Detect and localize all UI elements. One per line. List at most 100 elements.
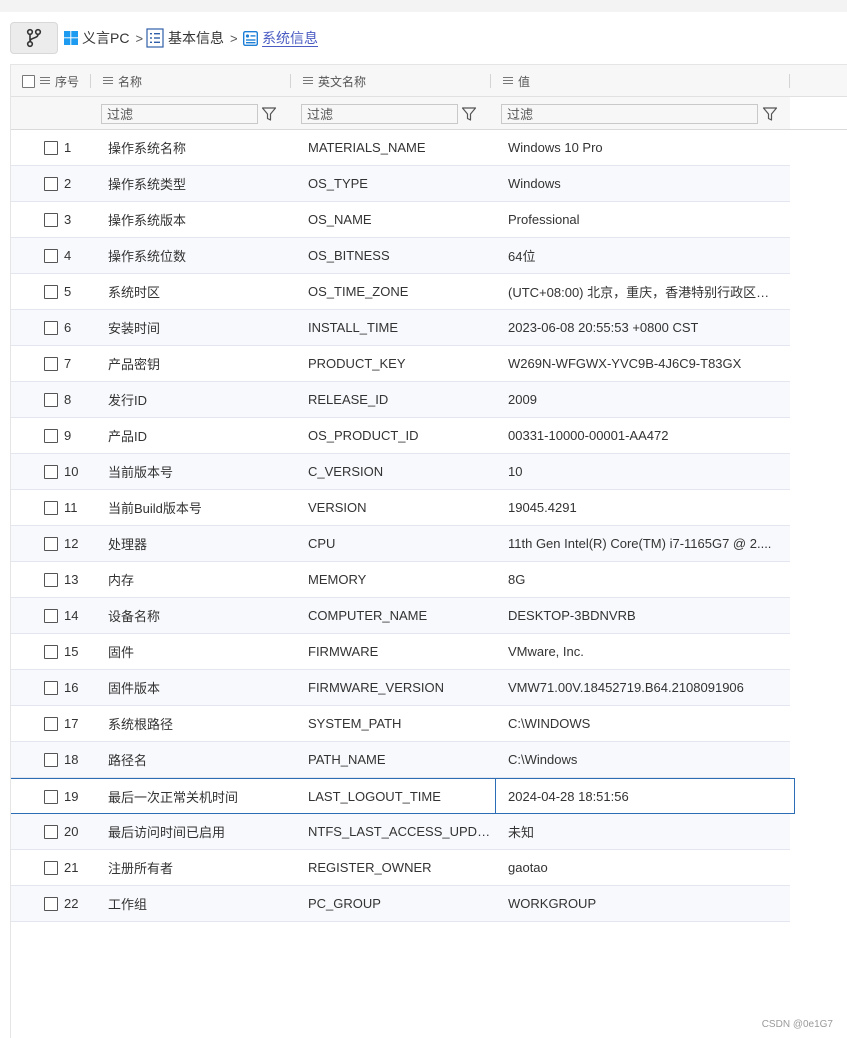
filter-input-name[interactable]	[101, 104, 258, 124]
row-checkbox[interactable]	[44, 752, 58, 767]
table-row[interactable]: 14 设备名称 COMPUTER_NAME DESKTOP-3BDNVRB	[11, 598, 790, 634]
column-divider[interactable]	[490, 74, 491, 88]
row-name[interactable]: 系统时区	[108, 274, 298, 309]
row-english-name[interactable]: MATERIALS_NAME	[308, 130, 493, 165]
row-checkbox[interactable]	[44, 860, 58, 875]
row-english-name[interactable]: OS_NAME	[308, 202, 493, 237]
row-english-name[interactable]: FIRMWARE	[308, 634, 493, 669]
breadcrumb-item-pc[interactable]: 义言PC >	[64, 26, 143, 50]
row-name[interactable]: 固件版本	[108, 670, 298, 705]
row-value[interactable]: Windows 10 Pro	[508, 130, 786, 165]
row-value[interactable]: gaotao	[508, 850, 786, 885]
row-checkbox[interactable]	[44, 824, 58, 839]
row-checkbox[interactable]	[44, 500, 58, 515]
table-row[interactable]: 16 固件版本 FIRMWARE_VERSION VMW71.00V.18452719…	[11, 670, 790, 706]
row-name[interactable]: 操作系统位数	[108, 238, 298, 273]
row-value[interactable]: 64位	[508, 238, 786, 273]
table-row[interactable]: 11 当前Build版本号 VERSION 19045.4291	[11, 490, 790, 526]
row-english-name[interactable]: OS_TYPE	[308, 166, 493, 201]
table-row[interactable]: 18 路径名 PATH_NAME C:\Windows	[11, 742, 790, 778]
row-value[interactable]: 10	[508, 454, 786, 489]
row-value[interactable]: 00331-10000-00001-AA472	[508, 418, 786, 453]
row-name[interactable]: 设备名称	[108, 598, 298, 633]
table-row[interactable]: 2 操作系统类型 OS_TYPE Windows	[11, 166, 790, 202]
row-name[interactable]: 当前Build版本号	[108, 490, 298, 525]
table-row[interactable]: 9 产品ID OS_PRODUCT_ID 00331-10000-00001-AA47…	[11, 418, 790, 454]
row-checkbox[interactable]	[44, 536, 58, 551]
filter-funnel-icon[interactable]	[461, 106, 477, 122]
row-checkbox[interactable]	[44, 680, 58, 695]
row-checkbox[interactable]	[44, 356, 58, 371]
row-value[interactable]: (UTC+08:00) 北京，重庆，香港特别行政区…	[508, 274, 786, 309]
row-english-name[interactable]: OS_TIME_ZONE	[308, 274, 493, 309]
row-value[interactable]: Professional	[508, 202, 786, 237]
table-row[interactable]: 12 处理器 CPU 11th Gen Intel(R) Core(TM) i7-11…	[11, 526, 790, 562]
row-value[interactable]: Windows	[508, 166, 786, 201]
table-row[interactable]: 8 发行ID RELEASE_ID 2009	[11, 382, 790, 418]
row-value[interactable]: C:\WINDOWS	[508, 706, 786, 741]
row-value[interactable]: 2024-04-28 18:51:56	[508, 779, 786, 814]
table-row[interactable]: 1 操作系统名称 MATERIALS_NAME Windows 10 Pro	[11, 130, 790, 166]
row-checkbox[interactable]	[44, 140, 58, 155]
row-checkbox[interactable]	[44, 212, 58, 227]
row-value[interactable]: 2023-06-08 20:55:53 +0800 CST	[508, 310, 786, 345]
row-english-name[interactable]: FIRMWARE_VERSION	[308, 670, 493, 705]
row-english-name[interactable]: MEMORY	[308, 562, 493, 597]
table-row[interactable]: 4 操作系统位数 OS_BITNESS 64位	[11, 238, 790, 274]
column-divider[interactable]	[90, 74, 91, 88]
row-checkbox[interactable]	[44, 716, 58, 731]
row-english-name[interactable]: PC_GROUP	[308, 886, 493, 921]
row-english-name[interactable]: REGISTER_OWNER	[308, 850, 493, 885]
row-english-name[interactable]: SYSTEM_PATH	[308, 706, 493, 741]
row-checkbox[interactable]	[44, 248, 58, 263]
filter-funnel-icon[interactable]	[762, 106, 778, 122]
filter-funnel-icon[interactable]	[261, 106, 277, 122]
row-value[interactable]: 8G	[508, 562, 786, 597]
table-row[interactable]: 10 当前版本号 C_VERSION 10	[11, 454, 790, 490]
row-checkbox[interactable]	[44, 464, 58, 479]
branch-button[interactable]	[10, 22, 58, 54]
row-name[interactable]: 操作系统类型	[108, 166, 298, 201]
row-name[interactable]: 工作组	[108, 886, 298, 921]
table-row[interactable]: 19 最后一次正常关机时间 LAST_LOGOUT_TIME 2024-04-28 1…	[11, 778, 795, 814]
row-english-name[interactable]: COMPUTER_NAME	[308, 598, 493, 633]
row-checkbox[interactable]	[44, 572, 58, 587]
row-checkbox[interactable]	[44, 284, 58, 299]
row-value[interactable]: WORKGROUP	[508, 886, 786, 921]
row-name[interactable]: 当前版本号	[108, 454, 298, 489]
row-name[interactable]: 安装时间	[108, 310, 298, 345]
row-checkbox[interactable]	[44, 428, 58, 443]
row-value[interactable]: W269N-WFGWX-YVC9B-4J6C9-T83GX	[508, 346, 786, 381]
row-english-name[interactable]: PRODUCT_KEY	[308, 346, 493, 381]
table-row[interactable]: 7 产品密钥 PRODUCT_KEY W269N-WFGWX-YVC9B-4J6C9-…	[11, 346, 790, 382]
column-menu-icon[interactable]	[40, 77, 50, 85]
breadcrumb-item-basic-info[interactable]: 基本信息 >	[146, 26, 238, 50]
row-value[interactable]: 2009	[508, 382, 786, 417]
row-checkbox[interactable]	[44, 608, 58, 623]
breadcrumb-item-system-info[interactable]: 系统信息	[243, 26, 318, 50]
row-checkbox[interactable]	[44, 789, 58, 804]
row-name[interactable]: 固件	[108, 634, 298, 669]
row-english-name[interactable]: RELEASE_ID	[308, 382, 493, 417]
filter-input-value[interactable]	[501, 104, 758, 124]
row-english-name[interactable]: LAST_LOGOUT_TIME	[308, 779, 493, 814]
row-name[interactable]: 路径名	[108, 742, 298, 777]
row-checkbox[interactable]	[44, 392, 58, 407]
table-row[interactable]: 15 固件 FIRMWARE VMware, Inc.	[11, 634, 790, 670]
row-checkbox[interactable]	[44, 320, 58, 335]
row-name[interactable]: 系统根路径	[108, 706, 298, 741]
row-checkbox[interactable]	[44, 176, 58, 191]
column-menu-icon[interactable]	[103, 77, 113, 85]
table-row[interactable]: 3 操作系统版本 OS_NAME Professional	[11, 202, 790, 238]
select-all-checkbox[interactable]	[22, 74, 35, 88]
row-name[interactable]: 发行ID	[108, 382, 298, 417]
row-english-name[interactable]: OS_PRODUCT_ID	[308, 418, 493, 453]
column-divider[interactable]	[290, 74, 291, 88]
row-english-name[interactable]: CPU	[308, 526, 493, 561]
row-name[interactable]: 操作系统名称	[108, 130, 298, 165]
table-row[interactable]: 20 最后访问时间已启用 NTFS_LAST_ACCESS_UPDA... 未知	[11, 814, 790, 850]
row-value[interactable]: DESKTOP-3BDNVRB	[508, 598, 786, 633]
column-menu-icon[interactable]	[303, 77, 313, 85]
row-english-name[interactable]: NTFS_LAST_ACCESS_UPDA...	[308, 814, 493, 849]
header-value[interactable]: 值	[503, 65, 530, 97]
